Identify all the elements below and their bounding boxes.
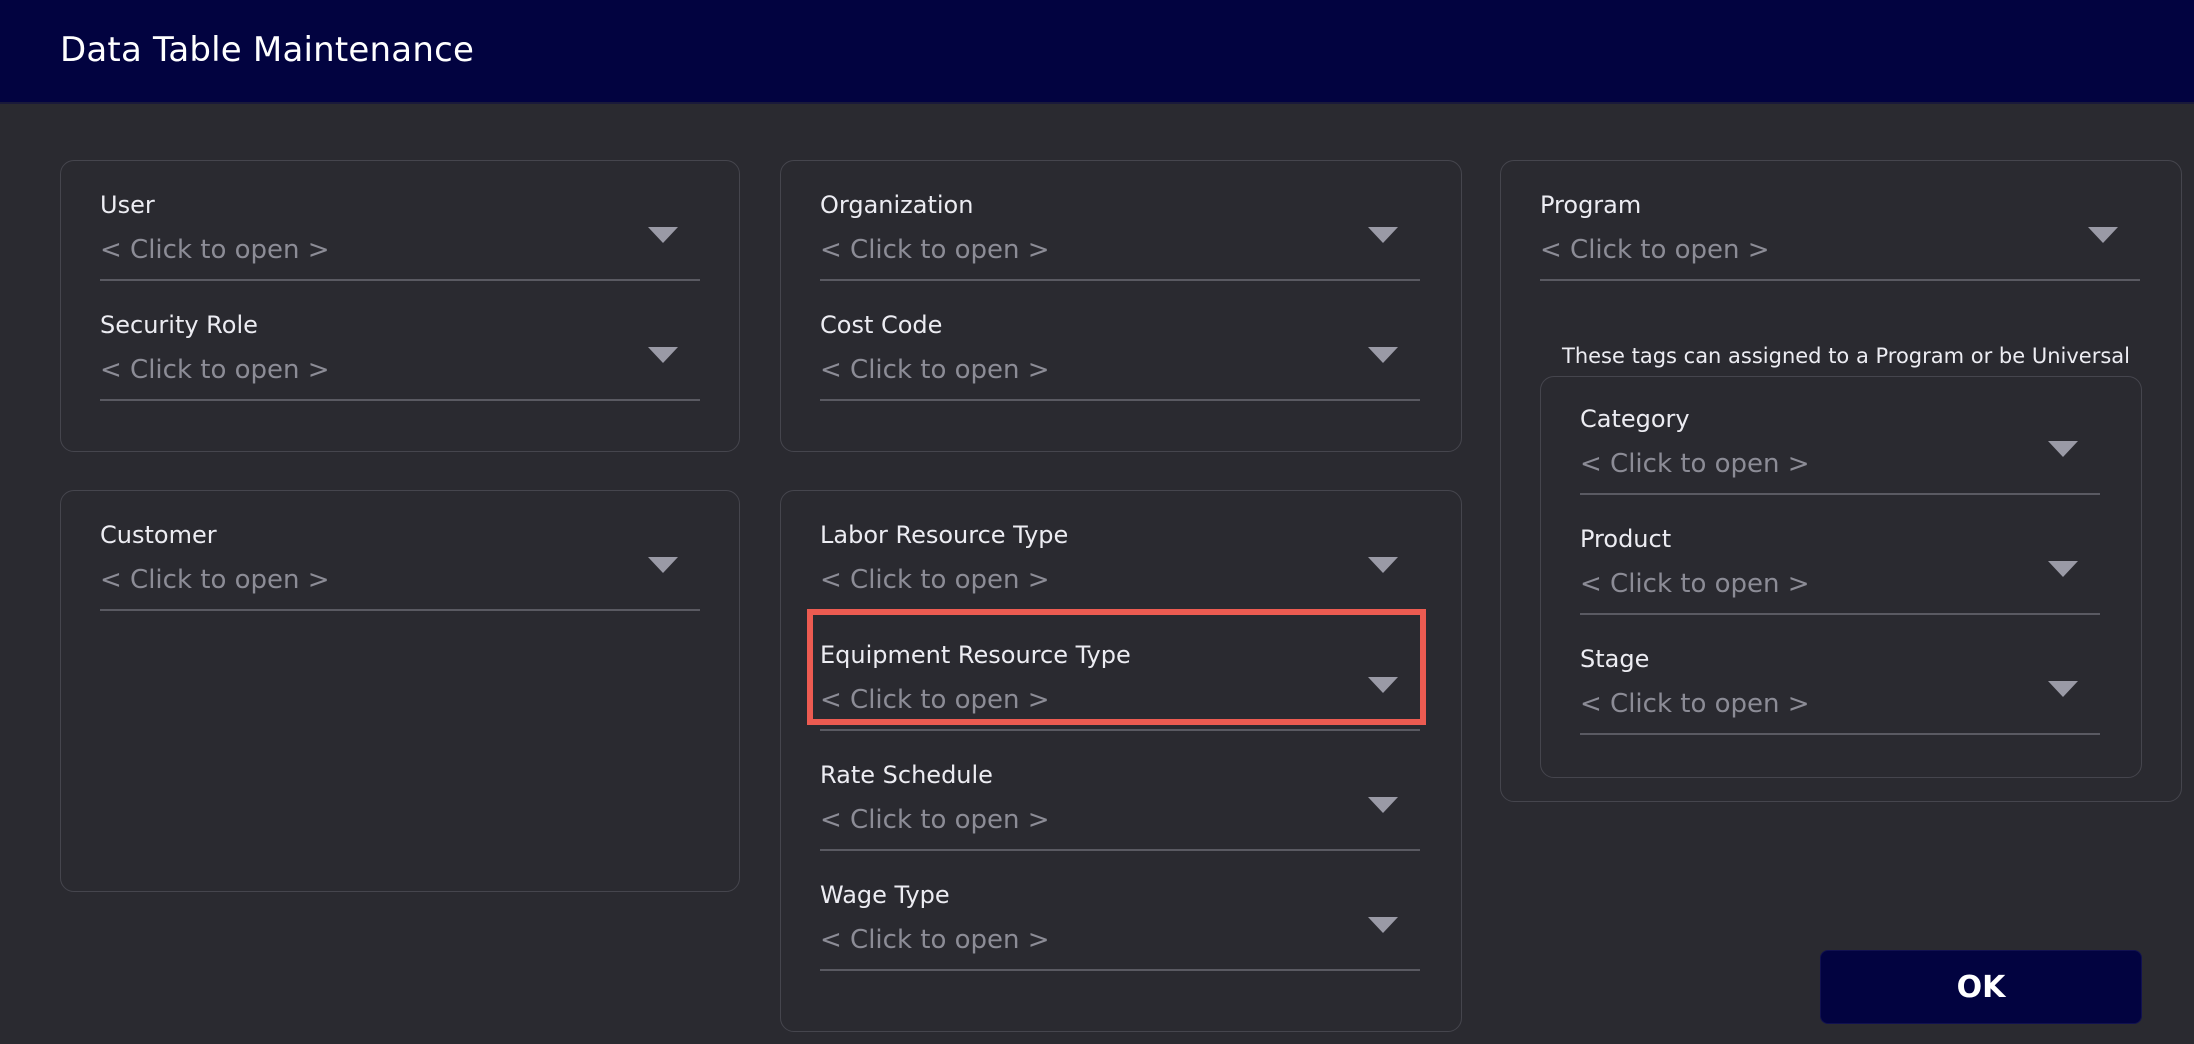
stage-value[interactable]: < Click to open >	[1580, 689, 1810, 719]
wage-type-dropdown[interactable]: Wage Type < Click to open >	[820, 881, 1420, 973]
chevron-down-icon[interactable]	[1368, 227, 1398, 243]
equipment-resource-type-value[interactable]: < Click to open >	[820, 685, 1050, 715]
wage-type-value[interactable]: < Click to open >	[820, 925, 1050, 955]
labor-resource-type-value[interactable]: < Click to open >	[820, 565, 1050, 595]
dialog-title: Data Table Maintenance	[60, 30, 475, 70]
rate-schedule-value[interactable]: < Click to open >	[820, 805, 1050, 835]
chevron-down-icon[interactable]	[648, 347, 678, 363]
category-dropdown[interactable]: Category < Click to open >	[1580, 405, 2100, 497]
labor-resource-type-label: Labor Resource Type	[820, 521, 1069, 549]
chevron-down-icon[interactable]	[1368, 797, 1398, 813]
organization-value[interactable]: < Click to open >	[820, 235, 1050, 265]
security-role-underline	[100, 399, 700, 401]
program-label: Program	[1540, 191, 1642, 219]
chevron-down-icon[interactable]	[648, 557, 678, 573]
cost-code-dropdown[interactable]: Cost Code < Click to open >	[820, 311, 1420, 403]
labor-resource-type-dropdown[interactable]: Labor Resource Type < Click to open >	[820, 521, 1420, 613]
stage-underline	[1580, 733, 2100, 735]
cost-code-value[interactable]: < Click to open >	[820, 355, 1050, 385]
customer-label: Customer	[100, 521, 217, 549]
product-value[interactable]: < Click to open >	[1580, 569, 1810, 599]
chevron-down-icon[interactable]	[1368, 347, 1398, 363]
customer-value[interactable]: < Click to open >	[100, 565, 330, 595]
equipment-resource-type-label: Equipment Resource Type	[820, 641, 1131, 669]
user-underline	[100, 279, 700, 281]
tags-note: These tags can assigned to a Program or …	[1562, 344, 2130, 368]
rate-schedule-label: Rate Schedule	[820, 761, 993, 789]
cost-code-label: Cost Code	[820, 311, 943, 339]
user-value[interactable]: < Click to open >	[100, 235, 330, 265]
labor-resource-type-underline	[820, 609, 1420, 611]
organization-dropdown[interactable]: Organization < Click to open >	[820, 191, 1420, 283]
organization-underline	[820, 279, 1420, 281]
rate-schedule-dropdown[interactable]: Rate Schedule < Click to open >	[820, 761, 1420, 853]
chevron-down-icon[interactable]	[1368, 557, 1398, 573]
category-underline	[1580, 493, 2100, 495]
chevron-down-icon[interactable]	[2048, 561, 2078, 577]
customer-dropdown[interactable]: Customer < Click to open >	[100, 521, 700, 613]
cost-code-underline	[820, 399, 1420, 401]
security-role-label: Security Role	[100, 311, 258, 339]
stage-label: Stage	[1580, 645, 1650, 673]
chevron-down-icon[interactable]	[1368, 917, 1398, 933]
product-label: Product	[1580, 525, 1672, 553]
chevron-down-icon[interactable]	[648, 227, 678, 243]
wage-type-label: Wage Type	[820, 881, 950, 909]
ok-button[interactable]: OK	[1820, 950, 2142, 1024]
wage-type-underline	[820, 969, 1420, 971]
program-underline	[1540, 279, 2140, 281]
user-dropdown[interactable]: User < Click to open >	[100, 191, 700, 283]
category-value[interactable]: < Click to open >	[1580, 449, 1810, 479]
product-dropdown[interactable]: Product < Click to open >	[1580, 525, 2100, 617]
data-table-maintenance-dialog: Data Table Maintenance User < Click to o…	[0, 0, 2194, 1044]
category-label: Category	[1580, 405, 1690, 433]
title-bar: Data Table Maintenance	[0, 0, 2194, 104]
chevron-down-icon[interactable]	[1368, 677, 1398, 693]
program-dropdown[interactable]: Program < Click to open >	[1540, 191, 2140, 283]
security-role-dropdown[interactable]: Security Role < Click to open >	[100, 311, 700, 403]
chevron-down-icon[interactable]	[2048, 441, 2078, 457]
product-underline	[1580, 613, 2100, 615]
equipment-resource-type-underline	[820, 729, 1420, 731]
stage-dropdown[interactable]: Stage < Click to open >	[1580, 645, 2100, 737]
chevron-down-icon[interactable]	[2048, 681, 2078, 697]
security-role-value[interactable]: < Click to open >	[100, 355, 330, 385]
chevron-down-icon[interactable]	[2088, 227, 2118, 243]
organization-label: Organization	[820, 191, 974, 219]
program-value[interactable]: < Click to open >	[1540, 235, 1770, 265]
customer-underline	[100, 609, 700, 611]
rate-schedule-underline	[820, 849, 1420, 851]
user-label: User	[100, 191, 155, 219]
equipment-resource-type-dropdown[interactable]: Equipment Resource Type < Click to open …	[820, 641, 1420, 733]
